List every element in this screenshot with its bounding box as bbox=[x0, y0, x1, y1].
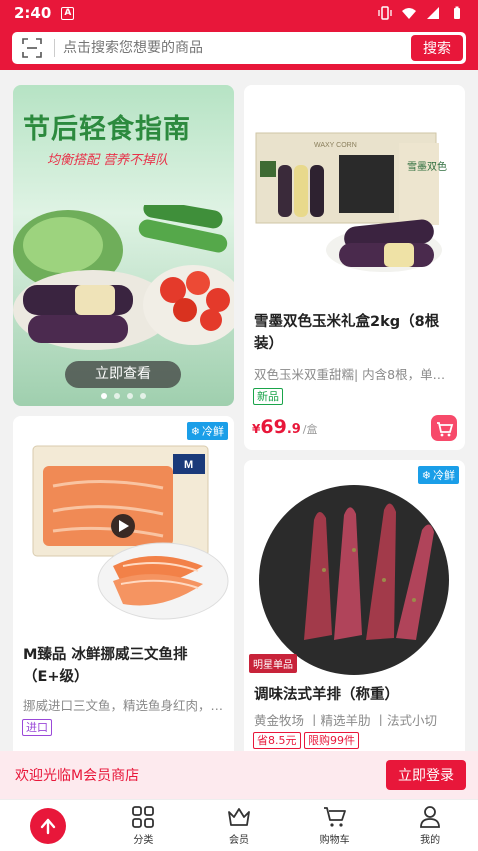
promo-text: 欢迎光临M会员商店 bbox=[15, 768, 140, 784]
status-time: 2:40 bbox=[14, 4, 52, 22]
tab-cart[interactable]: 购物车 bbox=[287, 800, 383, 851]
snowflake-icon: ❄ bbox=[421, 468, 431, 482]
pager-dot bbox=[140, 393, 146, 399]
battery-icon bbox=[454, 6, 460, 19]
user-icon bbox=[420, 806, 441, 828]
cold-chain-badge: ❄ 冷鲜 bbox=[186, 422, 228, 440]
product-desc: 双色玉米双重甜糯| 内含8根，单根… bbox=[254, 367, 454, 382]
limit-tag: 限购99件 bbox=[304, 732, 359, 749]
cart-icon bbox=[437, 422, 454, 437]
pager-dot bbox=[101, 393, 107, 399]
snowflake-icon: ❄ bbox=[190, 424, 200, 438]
cold-chain-badge: ❄ 冷鲜 bbox=[417, 466, 459, 484]
scan-icon[interactable] bbox=[22, 38, 42, 58]
product-card-salmon[interactable]: M ❄ 冷鲜 M臻品 冰鲜挪威三文鱼排（E+级） 挪威进口三文鱼，精选鱼身红肉，…… bbox=[13, 416, 234, 799]
status-bar: 2:40 A bbox=[0, 0, 478, 26]
pager-dot bbox=[127, 393, 133, 399]
product-name: 调味法式羊排（称重） bbox=[254, 687, 399, 703]
login-button[interactable]: 立即登录 bbox=[386, 760, 466, 790]
wifi-icon bbox=[402, 8, 416, 19]
banner-food-image bbox=[13, 205, 234, 350]
back-to-top-icon bbox=[29, 807, 66, 844]
vibrate-icon bbox=[378, 6, 392, 20]
product-feed[interactable]: 节后轻食指南 均衡搭配 营养不掉队 立即查看 WAXY CORN 雪墨双色 雪墨… bbox=[0, 70, 478, 799]
promo-banner[interactable]: 节后轻食指南 均衡搭配 营养不掉队 立即查看 bbox=[13, 85, 234, 406]
banner-view-button[interactable]: 立即查看 bbox=[65, 361, 181, 388]
search-divider bbox=[54, 39, 55, 57]
search-input[interactable] bbox=[63, 40, 411, 56]
box-brand-text: WAXY CORN bbox=[314, 142, 357, 149]
bottom-tab-bar: 分类 会员 购物车 我的 bbox=[0, 799, 478, 851]
product-desc: 黄金牧场 丨精选羊肋 丨法式小切 bbox=[254, 713, 437, 728]
product-price: ¥69.9/盒 bbox=[252, 416, 318, 438]
product-desc: 挪威进口三文鱼，精选鱼身红肉，… bbox=[23, 698, 223, 713]
product-name: M臻品 冰鲜挪威三文鱼排（E+级） bbox=[23, 647, 188, 685]
product-tag: 进口 bbox=[22, 719, 52, 736]
tab-mine[interactable]: 我的 bbox=[382, 800, 478, 851]
search-button[interactable]: 搜索 bbox=[411, 35, 463, 61]
pager-dot bbox=[114, 393, 120, 399]
tab-member[interactable]: 会员 bbox=[191, 800, 287, 851]
category-icon bbox=[132, 806, 155, 828]
login-promo-bar: 欢迎光临M会员商店 立即登录 bbox=[0, 751, 478, 799]
search-bar: 搜索 bbox=[12, 32, 466, 64]
tab-label: 分类 bbox=[133, 835, 154, 846]
product-image-corn: WAXY CORN 雪墨双色 bbox=[244, 85, 465, 300]
product-card-lamb[interactable]: ❄ 冷鲜 明星单品 调味法式羊排（称重） 黄金牧场 丨精选羊肋 丨法式小切 省8.… bbox=[244, 460, 465, 799]
tab-label: 购物车 bbox=[319, 835, 350, 846]
app-notification-icon: A bbox=[61, 6, 75, 20]
star-product-tag: 明星单品 bbox=[249, 654, 297, 673]
cart-icon bbox=[323, 807, 346, 827]
banner-pager bbox=[101, 393, 146, 399]
tab-label: 会员 bbox=[228, 835, 249, 846]
tab-home[interactable] bbox=[0, 800, 96, 851]
product-image-salmon: M bbox=[13, 416, 234, 631]
product-card-corn[interactable]: WAXY CORN 雪墨双色 雪墨双色玉米礼盒2kg（8根装） 双色玉米双重甜糯… bbox=[244, 85, 465, 450]
crown-icon bbox=[228, 808, 250, 826]
tab-category[interactable]: 分类 bbox=[96, 800, 192, 851]
banner-subtitle: 均衡搭配 营养不掉队 bbox=[47, 153, 169, 168]
box-side-text: 雪墨双色 bbox=[407, 160, 447, 173]
banner-title: 节后轻食指南 bbox=[23, 114, 191, 145]
product-tag: 新品 bbox=[253, 388, 283, 405]
product-image-lamb bbox=[244, 460, 465, 685]
tab-label: 我的 bbox=[420, 835, 441, 846]
add-to-cart-button[interactable] bbox=[431, 415, 457, 441]
product-name: 雪墨双色玉米礼盒2kg（8根装） bbox=[254, 314, 440, 352]
search-header: 搜索 bbox=[0, 26, 478, 70]
discount-tag: 省8.5元 bbox=[253, 732, 301, 749]
signal-icon bbox=[427, 7, 439, 19]
pack-logo: M bbox=[184, 459, 193, 471]
